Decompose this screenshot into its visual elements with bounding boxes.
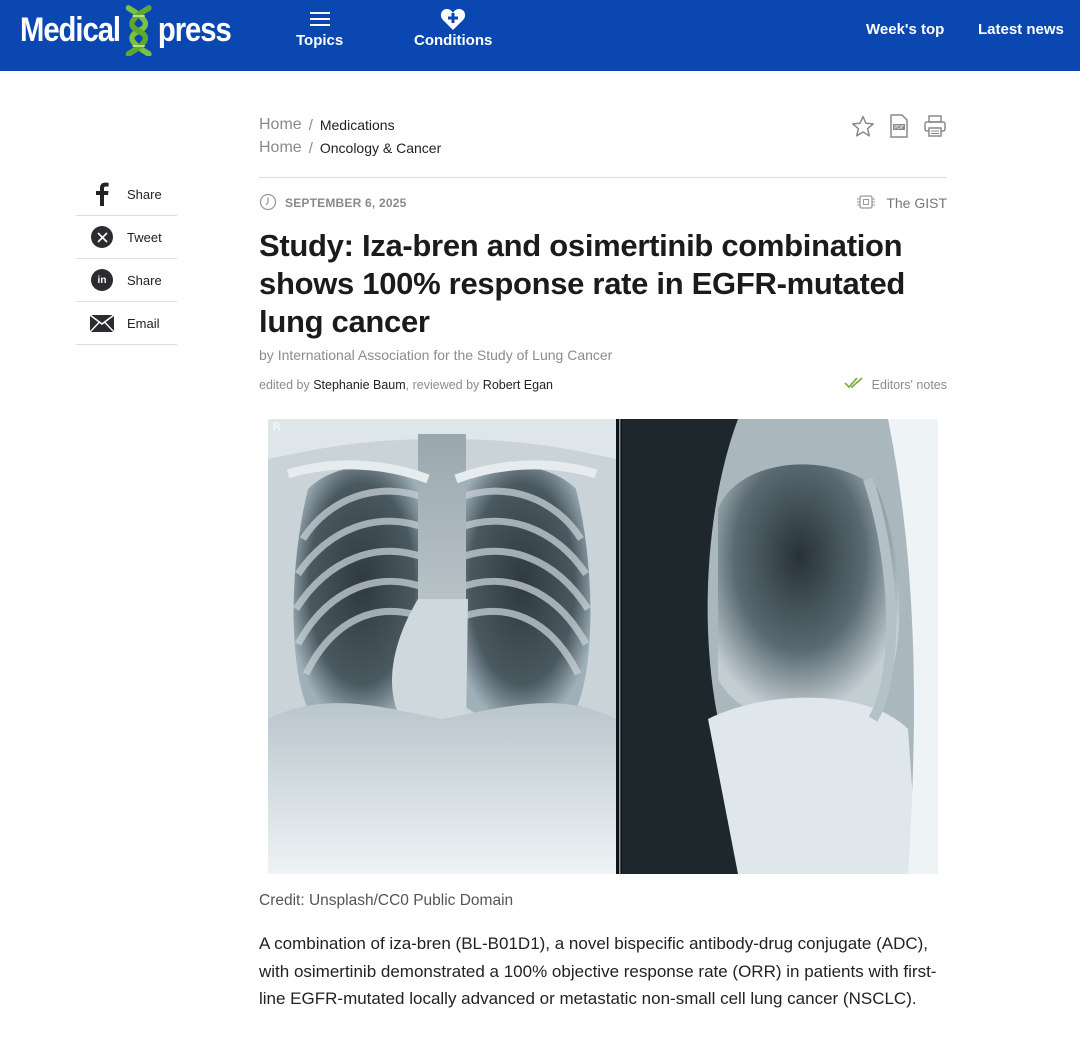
email-share-button[interactable]: Email — [76, 302, 177, 345]
article-tools: PDF — [851, 113, 947, 139]
social-share-list: Share Tweet in Share Email — [76, 173, 177, 345]
edited-by-prefix: edited by — [259, 378, 310, 392]
clock-icon — [259, 193, 277, 214]
double-check-icon — [844, 377, 864, 392]
editors-notes-button[interactable]: Editors' notes — [840, 377, 947, 392]
article-title: Study: Iza-bren and osimertinib combinat… — [259, 228, 906, 339]
heart-plus-icon — [440, 6, 466, 32]
tweet-button[interactable]: Tweet — [76, 216, 177, 259]
header-divider — [259, 177, 947, 178]
article-lead-paragraph: A combination of iza-bren (BL-B01D1), a … — [259, 934, 937, 1008]
breadcrumb: Home / Medications Home / Oncology & Can… — [259, 115, 947, 158]
print-icon[interactable] — [923, 113, 947, 139]
breadcrumb-row: Home / Oncology & Cancer — [259, 138, 947, 158]
hamburger-menu-icon — [309, 6, 330, 32]
byline: by International Association for the Stu… — [259, 347, 612, 363]
facebook-share-button[interactable]: Share — [76, 173, 177, 216]
breadcrumb-oncology-link[interactable]: Oncology & Cancer — [320, 140, 441, 156]
author-org-link[interactable]: International Association for the Study … — [278, 347, 613, 363]
reviewed-by-prefix: , reviewed by — [405, 378, 480, 392]
conditions-label: Conditions — [414, 32, 493, 49]
editors-notes-label: Editors' notes — [871, 377, 947, 392]
editorial-credits: edited by Stephanie Baum, reviewed by Ro… — [259, 378, 553, 392]
envelope-icon — [89, 314, 115, 332]
latest-news-link[interactable]: Latest news — [978, 21, 1064, 38]
logo-text-medical: Medical — [20, 10, 121, 49]
topics-menu-button[interactable]: Topics — [296, 6, 343, 49]
breadcrumb-separator: / — [308, 139, 313, 157]
image-credit: Credit: Unsplash/CC0 Public Domain — [259, 892, 514, 909]
chip-icon — [856, 193, 876, 214]
facebook-icon — [89, 182, 115, 206]
pdf-icon[interactable]: PDF — [887, 113, 911, 139]
facebook-share-label: Share — [127, 186, 162, 202]
x-twitter-icon — [89, 226, 115, 248]
chest-xray-image: R — [268, 419, 938, 874]
editor-name-link[interactable]: Stephanie Baum — [313, 378, 405, 392]
dna-helix-icon — [123, 4, 154, 57]
the-gist-label: The GIST — [886, 195, 947, 211]
top-navigation-bar: Medical press Topics Conditions Week's t… — [0, 0, 1080, 71]
conditions-menu-button[interactable]: Conditions — [414, 6, 492, 49]
linkedin-share-label: Share — [127, 272, 162, 288]
reviewer-name-link[interactable]: Robert Egan — [483, 378, 553, 392]
logo-text-press: press — [157, 10, 232, 49]
linkedin-share-button[interactable]: in Share — [76, 259, 177, 302]
breadcrumb-home-link[interactable]: Home — [259, 139, 302, 157]
tweet-label: Tweet — [127, 229, 162, 245]
breadcrumb-row: Home / Medications — [259, 115, 947, 135]
article-meta-row: SEPTEMBER 6, 2025 The GIST — [259, 193, 947, 213]
email-share-label: Email — [127, 315, 160, 331]
svg-text:PDF: PDF — [894, 125, 904, 131]
publish-date: SEPTEMBER 6, 2025 — [259, 193, 406, 214]
topics-label: Topics — [296, 32, 344, 49]
publish-date-text: SEPTEMBER 6, 2025 — [285, 196, 407, 210]
xray-marker: R — [272, 420, 281, 434]
byline-prefix: by — [259, 347, 274, 363]
breadcrumb-medications-link[interactable]: Medications — [320, 117, 395, 133]
breadcrumb-separator: / — [308, 116, 313, 134]
breadcrumb-home-link[interactable]: Home — [259, 116, 302, 134]
linkedin-icon: in — [89, 269, 115, 291]
weeks-top-link[interactable]: Week's top — [866, 21, 944, 38]
site-logo[interactable]: Medical press — [20, 4, 232, 57]
bookmark-star-icon[interactable] — [851, 113, 875, 139]
the-gist-button[interactable]: The GIST — [856, 193, 947, 214]
